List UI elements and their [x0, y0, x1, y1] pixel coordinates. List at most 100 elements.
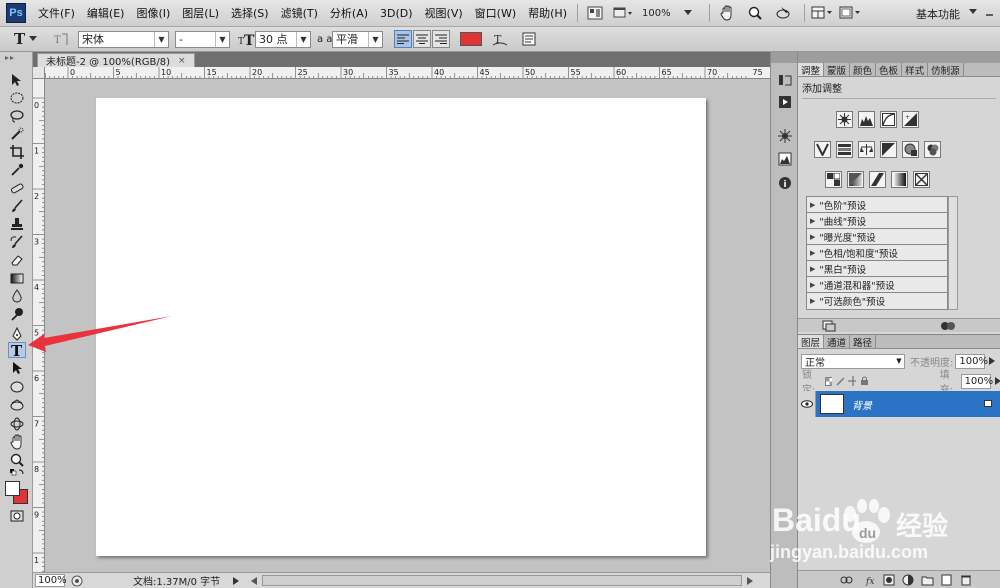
workspace-switcher[interactable]: 基本功能 — [916, 6, 960, 22]
menu-select[interactable]: 选择(S) — [231, 5, 269, 21]
quick-mask-icon[interactable] — [8, 508, 26, 524]
rotate-view-icon[interactable] — [772, 3, 794, 23]
arrange-documents-icon[interactable] — [811, 3, 833, 23]
font-style-select[interactable]: - ▼ — [175, 30, 230, 48]
menu-window[interactable]: 窗口(W) — [475, 5, 516, 21]
bridge-icon[interactable] — [584, 3, 606, 23]
tab-layers[interactable]: 图层 — [798, 335, 825, 349]
menu-layer[interactable]: 图层(L) — [182, 5, 219, 21]
vertical-ruler[interactable]: 0 1 2 3 4 5 6 7 8 9 1 — [33, 79, 45, 572]
menu-view[interactable]: 视图(V) — [425, 5, 463, 21]
hue-saturation-icon[interactable] — [836, 141, 853, 158]
view-extras-icon[interactable] — [612, 3, 634, 23]
fill-slider-arrow-icon[interactable] — [994, 377, 1000, 385]
shape-tool-icon[interactable] — [8, 378, 26, 394]
preset-curves[interactable]: ▶ "曲线"预设 — [807, 213, 947, 229]
ruler-origin[interactable] — [33, 67, 45, 79]
horizontal-type-tool-icon[interactable]: T — [8, 342, 26, 358]
preset-exposure[interactable]: ▶ "曝光度"预设 — [807, 229, 947, 245]
levels-icon[interactable] — [858, 111, 875, 128]
screen-mode-icon[interactable] — [839, 3, 861, 23]
black-white-icon[interactable] — [880, 141, 897, 158]
eraser-tool-icon[interactable] — [8, 252, 26, 268]
actions-panel-icon[interactable] — [776, 94, 793, 109]
character-panel-icon[interactable] — [522, 30, 536, 48]
status-info-icon[interactable] — [71, 575, 85, 587]
path-selection-tool-icon[interactable] — [8, 360, 26, 376]
default-colors-icon[interactable] — [8, 466, 26, 482]
fill-input[interactable]: 100% — [960, 373, 993, 389]
gradient-tool-icon[interactable] — [8, 270, 26, 286]
tab-color[interactable]: 颜色 — [850, 63, 877, 77]
3d-rotate-tool-icon[interactable] — [8, 398, 26, 414]
tab-adjustments[interactable]: 调整 — [798, 63, 825, 77]
tool-preset-picker[interactable]: T — [14, 30, 38, 48]
quick-selection-tool-icon[interactable] — [8, 126, 26, 142]
menu-edit[interactable]: 编辑(E) — [87, 5, 125, 21]
zoom-dropdown-icon[interactable] — [677, 3, 699, 23]
pen-tool-icon[interactable] — [8, 326, 26, 342]
3d-orbit-tool-icon[interactable] — [8, 416, 26, 432]
preset-levels[interactable]: ▶ "色阶"预设 — [807, 197, 947, 213]
preset-selective-color[interactable]: ▶ "可选颜色"预设 — [807, 293, 947, 309]
clip-to-layer-icon[interactable] — [822, 320, 836, 332]
menu-analysis[interactable]: 分析(A) — [330, 5, 368, 21]
opacity-input[interactable]: 100% — [955, 353, 988, 369]
histogram-panel-icon[interactable] — [776, 151, 793, 166]
menu-image[interactable]: 图像(I) — [136, 5, 170, 21]
invert-icon[interactable] — [825, 171, 842, 188]
blur-tool-icon[interactable] — [8, 288, 26, 304]
font-size-select[interactable]: 30 点 ▼ — [255, 30, 311, 48]
minimize-icon[interactable] — [982, 5, 996, 19]
tab-channels[interactable]: 通道 — [824, 335, 851, 349]
menu-3d[interactable]: 3D(D) — [380, 7, 413, 20]
font-family-select[interactable]: 宋体 ▼ — [78, 30, 169, 48]
lock-position-icon[interactable] — [848, 376, 857, 386]
posterize-icon[interactable] — [847, 171, 864, 188]
hand-tool-icon[interactable] — [8, 434, 26, 450]
tab-paths[interactable]: 路径 — [850, 335, 877, 349]
dodge-tool-icon[interactable] — [8, 306, 26, 322]
scroll-right-icon[interactable] — [746, 576, 754, 585]
threshold-icon[interactable] — [869, 171, 886, 188]
brush-tool-icon[interactable] — [8, 198, 26, 214]
eye-icon[interactable] — [798, 391, 816, 417]
horizontal-ruler[interactable]: 0510152025303540455055606570758085909510… — [45, 67, 770, 79]
tab-styles[interactable]: 样式 — [902, 63, 929, 77]
preset-black-white[interactable]: ▶ "黑白"预设 — [807, 261, 947, 277]
lasso-tool-icon[interactable] — [8, 108, 26, 124]
channel-mixer-icon[interactable] — [924, 141, 941, 158]
spot-healing-tool-icon[interactable] — [8, 180, 26, 196]
clone-stamp-tool-icon[interactable] — [8, 216, 26, 232]
info-panel-icon[interactable]: i — [776, 175, 793, 190]
menu-filter[interactable]: 滤镜(T) — [281, 5, 318, 21]
vibrance-icon[interactable] — [814, 141, 831, 158]
adjustments-options-icon[interactable] — [940, 320, 956, 332]
menu-file[interactable]: 文件(F) — [38, 5, 75, 21]
foreground-color-swatch[interactable] — [5, 481, 20, 496]
history-brush-tool-icon[interactable] — [8, 234, 26, 250]
selective-color-icon[interactable] — [913, 171, 930, 188]
tab-masks[interactable]: 蒙版 — [824, 63, 851, 77]
antialias-select[interactable]: 平滑 ▼ — [332, 30, 383, 48]
align-center-button[interactable] — [413, 30, 431, 48]
layer-actions-icons[interactable]: fx — [840, 573, 1000, 587]
color-balance-icon[interactable] — [858, 141, 875, 158]
close-icon[interactable]: × — [178, 56, 186, 66]
text-color-swatch[interactable] — [460, 30, 482, 48]
hand-tool-icon[interactable] — [716, 3, 738, 23]
zoom-level[interactable]: 100% — [642, 8, 671, 19]
exposure-icon[interactable]: + — [902, 111, 919, 128]
tab-swatches[interactable]: 色板 — [876, 63, 903, 77]
presets-scrollbar[interactable] — [948, 196, 958, 310]
status-menu-arrow-icon[interactable] — [232, 576, 240, 585]
align-left-button[interactable] — [394, 30, 412, 48]
scroll-left-icon[interactable] — [250, 576, 258, 585]
preset-channel-mixer[interactable]: ▶ "通道混和器"预设 — [807, 277, 947, 293]
navigator-panel-icon[interactable] — [776, 128, 793, 143]
history-panel-icon[interactable] — [776, 72, 793, 87]
align-right-button[interactable] — [432, 30, 450, 48]
crop-tool-icon[interactable] — [8, 144, 26, 160]
lock-transparent-icon[interactable] — [824, 376, 833, 386]
toggle-text-orientation-icon[interactable]: T — [53, 30, 69, 48]
